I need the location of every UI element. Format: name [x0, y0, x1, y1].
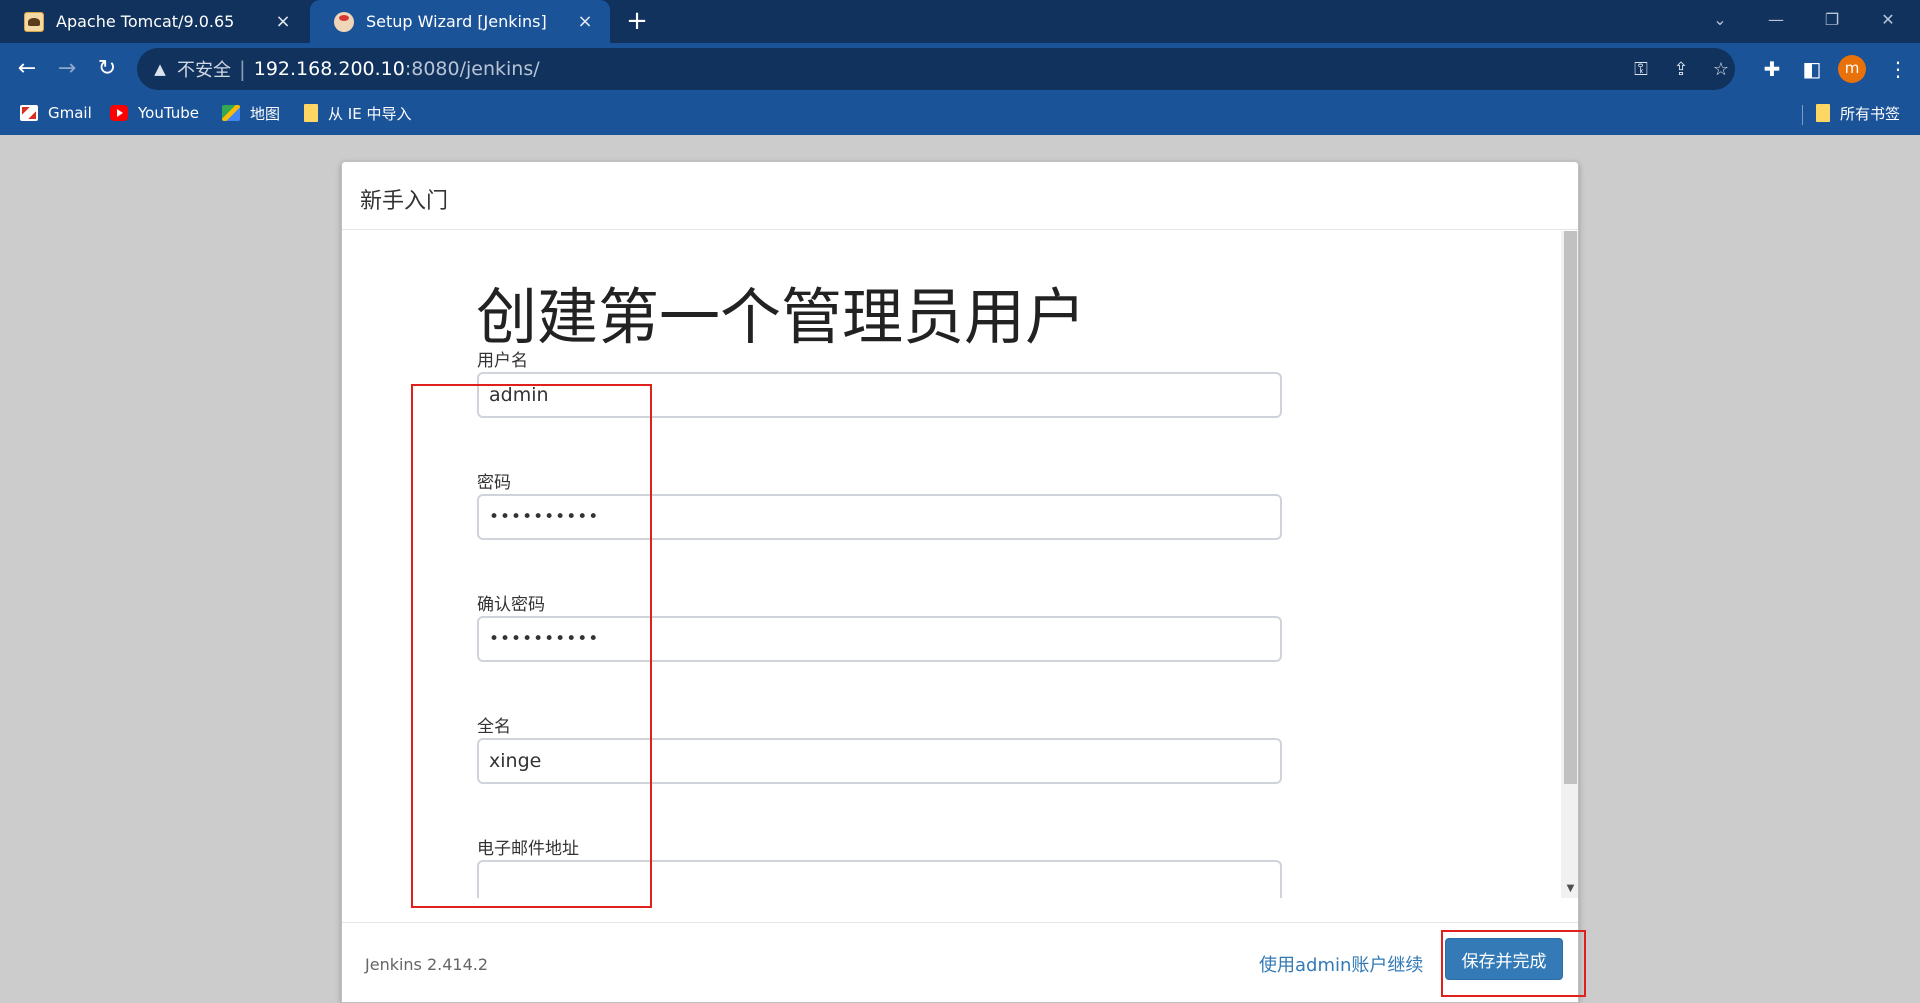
email-label: 电子邮件地址 [477, 839, 579, 859]
confirm-password-label: 确认密码 [477, 595, 545, 615]
bookmark-label: 从 IE 中导入 [328, 104, 412, 123]
page-heading: 创建第一个管理员用户 [476, 282, 1087, 353]
security-label[interactable]: 不安全 [177, 56, 231, 82]
address-separator: | [239, 57, 246, 81]
bookmarks-bar: Gmail YouTube 地图 从 IE 中导入 所有书签 [0, 95, 1920, 135]
tab-title: Setup Wizard [Jenkins] [366, 12, 547, 31]
full-name-label: 全名 [477, 717, 511, 737]
bookmark-label: 所有书签 [1840, 104, 1901, 123]
password-input[interactable]: •••••••••• [477, 494, 1282, 540]
scroll-down-icon[interactable]: ▼ [1561, 880, 1578, 898]
side-panel-icon[interactable]: ◧ [1796, 52, 1828, 86]
dialog-header: 新手入门 [342, 162, 1578, 230]
minimize-icon[interactable]: — [1748, 0, 1804, 40]
maps-icon [222, 105, 240, 121]
bookmarks-divider [1802, 105, 1803, 125]
tab-search-chevron-icon[interactable]: ⌄ [1692, 0, 1748, 40]
close-icon[interactable]: × [272, 11, 294, 33]
youtube-icon [110, 105, 128, 121]
address-bar[interactable]: ▲ 不安全 | 192.168.200.10 :8080/jenkins/ ⚿ … [137, 48, 1735, 90]
folder-icon [304, 104, 318, 122]
profile-avatar[interactable]: m [1838, 55, 1866, 83]
setup-wizard-dialog: 新手入门 创建第一个管理员用户 用户名 密码 •••••••••• 确认密码 •… [341, 161, 1579, 1003]
back-arrow-icon[interactable]: ← [10, 52, 44, 86]
dialog-scrollbar[interactable]: ▼ [1561, 231, 1578, 898]
bookmark-maps[interactable]: 地图 [222, 95, 280, 131]
jenkins-favicon-icon [334, 11, 354, 32]
star-icon[interactable]: ☆ [1707, 56, 1735, 84]
dialog-title: 新手入门 [360, 189, 449, 214]
continue-as-admin-link[interactable]: 使用admin账户继续 [1259, 951, 1423, 977]
username-label: 用户名 [477, 351, 528, 371]
menu-kebab-icon[interactable]: ⋮ [1882, 52, 1914, 86]
close-window-icon[interactable]: ✕ [1860, 0, 1916, 40]
tab-setup-wizard[interactable]: Setup Wizard [Jenkins] × [310, 0, 610, 43]
gmail-icon [20, 105, 38, 121]
password-label: 密码 [477, 473, 511, 493]
email-input[interactable] [477, 860, 1282, 898]
bookmark-youtube[interactable]: YouTube [110, 95, 199, 131]
url-path[interactable]: :8080/jenkins/ [405, 58, 540, 80]
bookmark-label: 地图 [250, 104, 281, 123]
save-and-finish-button[interactable]: 保存并完成 [1445, 938, 1563, 980]
url-host[interactable]: 192.168.200.10 [254, 58, 405, 80]
username-input[interactable] [477, 372, 1282, 418]
restore-icon[interactable]: ❐ [1804, 0, 1860, 40]
full-name-input[interactable] [477, 738, 1282, 784]
scrollbar-thumb[interactable] [1564, 231, 1577, 784]
dialog-footer: Jenkins 2.414.2 使用admin账户继续 保存并完成 [342, 922, 1578, 1002]
bookmark-label: YouTube [138, 104, 199, 122]
tab-apache-tomcat[interactable]: Apache Tomcat/9.0.65 × [0, 0, 308, 43]
warning-triangle-icon[interactable]: ▲ [151, 60, 169, 78]
dialog-body: 创建第一个管理员用户 用户名 密码 •••••••••• 确认密码 ••••••… [342, 231, 1578, 898]
confirm-password-input[interactable]: •••••••••• [477, 616, 1282, 662]
tab-strip: Apache Tomcat/9.0.65 × Setup Wizard [Jen… [0, 0, 1920, 43]
tab-title: Apache Tomcat/9.0.65 [56, 12, 235, 31]
new-tab-button[interactable]: + [622, 6, 652, 36]
close-icon[interactable]: × [574, 11, 596, 33]
share-icon[interactable]: ⇪ [1667, 56, 1695, 84]
bookmark-label: Gmail [48, 104, 92, 122]
jenkins-version: Jenkins 2.414.2 [365, 955, 489, 974]
browser-toolbar: ← → ↻ ▲ 不安全 | 192.168.200.10 :8080/jenki… [0, 43, 1920, 95]
all-bookmarks[interactable]: 所有书签 [1816, 95, 1900, 131]
folder-icon [1816, 104, 1830, 122]
tomcat-favicon-icon [24, 11, 44, 32]
page-viewport: 新手入门 创建第一个管理员用户 用户名 密码 •••••••••• 确认密码 •… [0, 135, 1920, 1003]
bookmark-ie-import[interactable]: 从 IE 中导入 [304, 95, 411, 131]
forward-arrow-icon[interactable]: → [50, 52, 84, 86]
key-icon[interactable]: ⚿ [1627, 56, 1655, 84]
extensions-puzzle-icon[interactable]: ✚ [1756, 52, 1788, 86]
bookmark-gmail[interactable]: Gmail [20, 95, 92, 131]
reload-icon[interactable]: ↻ [90, 52, 124, 86]
